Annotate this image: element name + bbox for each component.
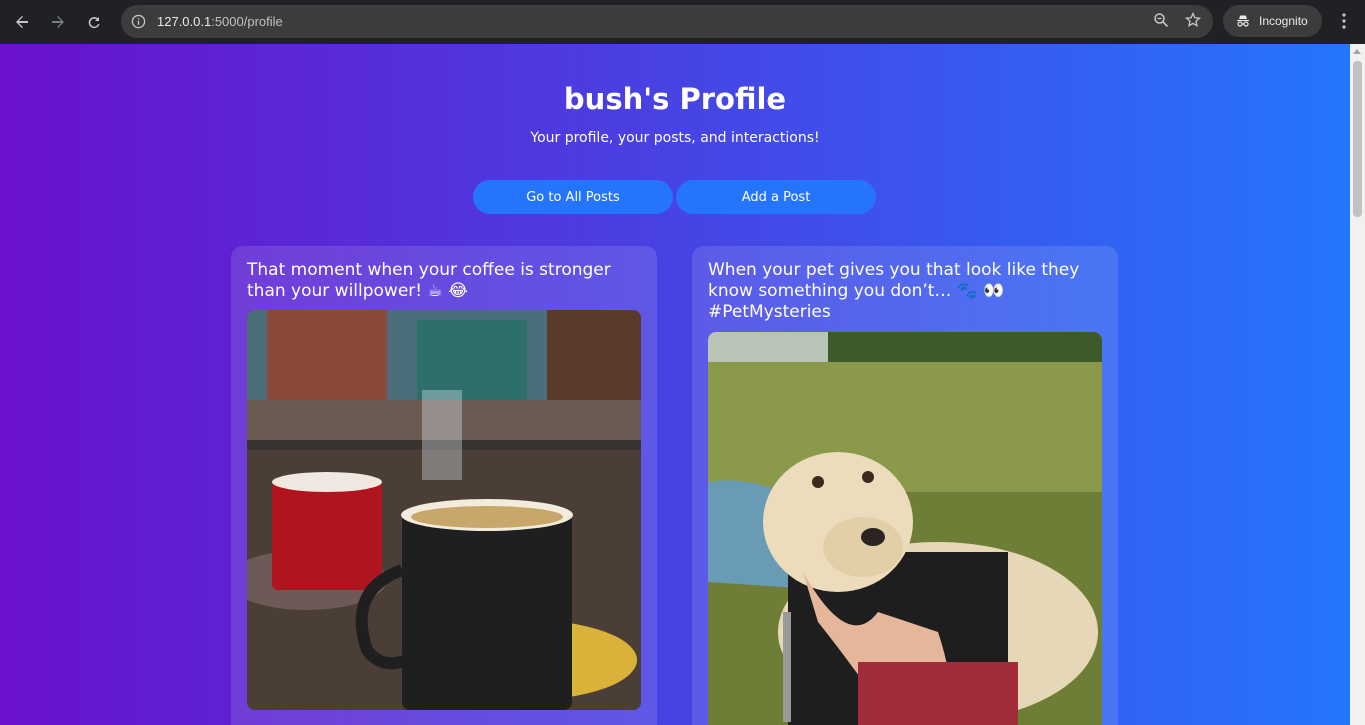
scroll-up-icon[interactable] (1353, 49, 1361, 54)
go-to-all-posts-button[interactable]: Go to All Posts (473, 180, 673, 214)
url-text: 127.0.0.1:5000/profile (157, 14, 283, 29)
add-post-button[interactable]: Add a Post (676, 180, 876, 214)
bookmark-star-icon[interactable] (1184, 11, 1202, 32)
back-button[interactable] (4, 4, 40, 40)
incognito-icon (1237, 15, 1249, 27)
vertical-scrollbar[interactable] (1350, 44, 1365, 725)
post-text: That moment when your coffee is stronger… (247, 260, 611, 301)
page-subtitle: Your profile, your posts, and interactio… (530, 130, 820, 146)
dog-photo (708, 332, 1102, 725)
kebab-menu-icon (1342, 13, 1346, 29)
reload-icon (88, 17, 100, 29)
post-card: That moment when your coffee is stronger… (231, 246, 657, 725)
arrow-right-icon (52, 16, 64, 28)
reload-button[interactable] (76, 4, 112, 40)
scroll-thumb[interactable] (1353, 61, 1362, 217)
arrow-left-icon (16, 16, 28, 28)
page-viewport: bush's Profile Your profile, your posts,… (0, 44, 1350, 725)
post-text: When your pet gives you that look like t… (708, 260, 1080, 322)
coffee-cups-photo (247, 310, 641, 710)
incognito-badge[interactable]: Incognito (1223, 5, 1322, 37)
site-info-icon[interactable] (123, 7, 153, 37)
zoom-icon[interactable] (1153, 12, 1169, 32)
page-title: bush's Profile (563, 82, 787, 116)
address-bar[interactable]: 127.0.0.1:5000/profile (121, 5, 1213, 38)
post-card: When your pet gives you that look like t… (692, 246, 1118, 725)
incognito-label: Incognito (1259, 14, 1308, 28)
forward-button[interactable] (40, 4, 76, 40)
browser-menu-button[interactable] (1330, 6, 1358, 36)
